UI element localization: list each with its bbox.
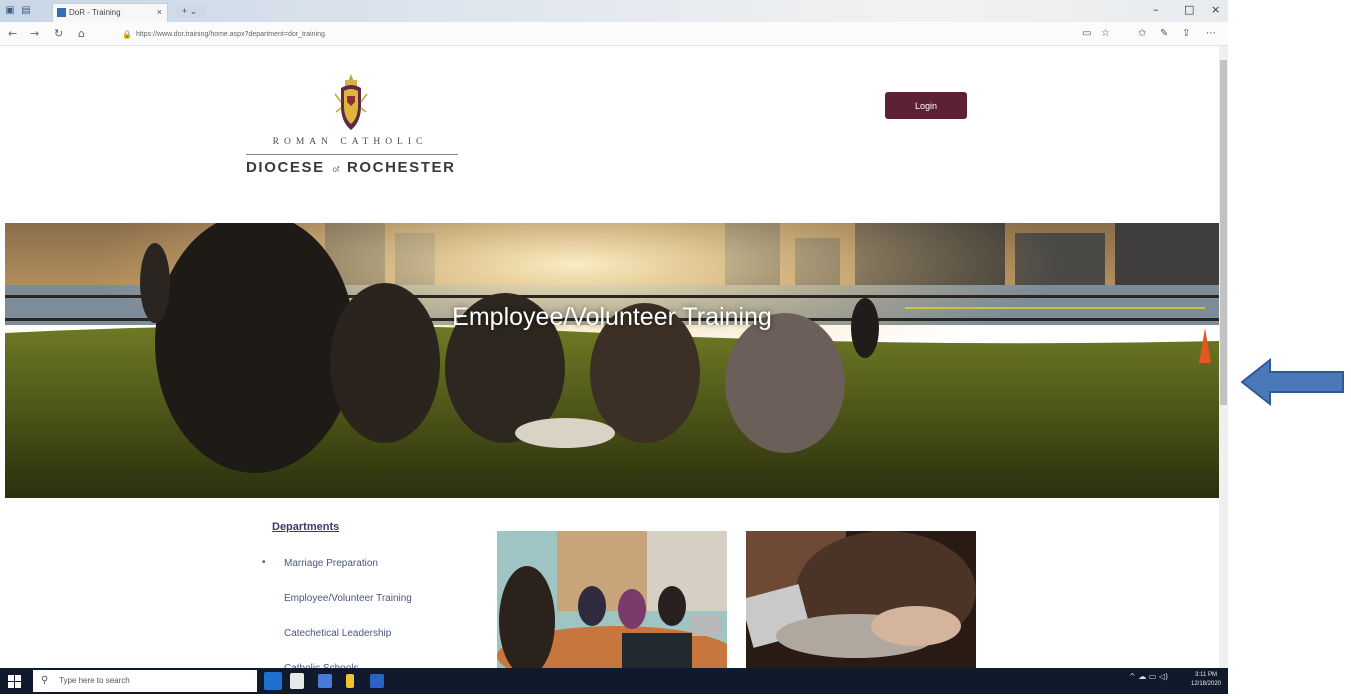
home-icon[interactable]: ⌂ (78, 27, 85, 40)
laptop-typing-photo[interactable] (746, 531, 976, 671)
tab-title: DoR - Training (69, 8, 121, 17)
search-icon: ⚲ (41, 675, 49, 686)
logo-diocese-word: DIOCESE (246, 159, 325, 176)
tab-bar: ▣ ▤ DoR - Training × + ⌄ – □ × (0, 0, 1228, 22)
department-link-employee-training[interactable]: Employee/Volunteer Training (284, 591, 412, 626)
edge-app-icon[interactable] (264, 672, 282, 690)
minimize-button[interactable]: – (1153, 3, 1159, 16)
set-aside-tabs-icon[interactable]: ▤ (20, 5, 32, 17)
logo-diocese-name: DIOCESE of ROCHESTER (246, 159, 476, 176)
url-text: https://www.dor.training/home.aspx?depar… (136, 31, 325, 38)
taskbar-search-box[interactable]: ⚲ Type here to search (33, 670, 257, 692)
clock-time: 3:11 PM (1195, 672, 1217, 678)
more-icon[interactable]: ⋯ (1206, 28, 1216, 39)
refresh-icon[interactable]: ↻ (54, 27, 63, 40)
taskbar-clock[interactable]: 3:11 PM 12/18/2020 (1187, 671, 1225, 689)
new-tab-button[interactable]: + ⌄ (176, 5, 206, 17)
hero-banner: Employee/Volunteer Training (5, 223, 1219, 498)
page-scrollbar-thumb[interactable] (1220, 60, 1227, 405)
taskbar-search-placeholder: Type here to search (59, 676, 130, 685)
share-icon[interactable]: ⇪ (1182, 28, 1190, 39)
logo-of-word: of (332, 165, 340, 174)
favorites-icon[interactable]: ✩ (1138, 28, 1146, 39)
login-button[interactable]: Login (885, 92, 967, 119)
department-link-marriage[interactable]: Marriage Preparation (284, 556, 412, 591)
explorer-app-icon[interactable] (346, 674, 354, 688)
department-link-catechetical[interactable]: Catechetical Leadership (284, 626, 412, 661)
arrow-right-icon[interactable]: → (30, 27, 39, 40)
browser-window: ▣ ▤ DoR - Training × + ⌄ – □ × ← → ↻ ⌂ 🔒… (0, 0, 1228, 694)
tab-close-icon[interactable]: × (157, 4, 162, 21)
hero-photo (5, 223, 1219, 498)
tab-actions-icon[interactable]: ▣ (4, 5, 16, 17)
close-window-button[interactable]: × (1211, 3, 1220, 16)
annotation-arrow-left-icon (1240, 358, 1344, 406)
system-tray[interactable]: ^ ☁ ▭ ◁) (1129, 672, 1168, 681)
star-icon[interactable]: ☆ (1101, 28, 1110, 39)
word-app-icon[interactable] (370, 674, 384, 688)
site-favicon-icon (57, 8, 66, 17)
address-bar-row: ← → ↻ ⌂ 🔒 https://www.dor.training/home.… (0, 22, 1228, 46)
browser-tab[interactable]: DoR - Training × (52, 3, 168, 22)
url-field[interactable]: 🔒 https://www.dor.training/home.aspx?dep… (122, 28, 1062, 41)
reading-view-icon[interactable]: ▭ (1082, 28, 1091, 39)
logo-rochester-word: ROCHESTER (346, 159, 456, 176)
pen-icon[interactable]: ✎ (1160, 28, 1168, 39)
logo-roman-catholic: ROMAN CATHOLIC (272, 137, 428, 147)
logo-divider (246, 154, 458, 155)
hero-title: Employee/Volunteer Training (452, 303, 772, 331)
lock-icon: 🔒 (122, 30, 132, 39)
meeting-room-photo[interactable] (497, 531, 727, 671)
clock-date: 12/18/2020 (1190, 681, 1222, 687)
diocese-crest-logo[interactable] (333, 72, 369, 136)
arrow-left-icon[interactable]: ← (8, 27, 17, 40)
windows-taskbar: ⚲ Type here to search ^ ☁ ▭ ◁) 3:11 PM 1… (0, 668, 1228, 694)
maximize-button[interactable]: □ (1184, 3, 1194, 16)
store-app-icon[interactable] (290, 673, 304, 689)
list-bullet: • (262, 557, 266, 568)
departments-heading[interactable]: Departments (272, 521, 339, 533)
teams-app-icon[interactable] (318, 674, 332, 688)
windows-start-icon[interactable] (8, 675, 21, 688)
